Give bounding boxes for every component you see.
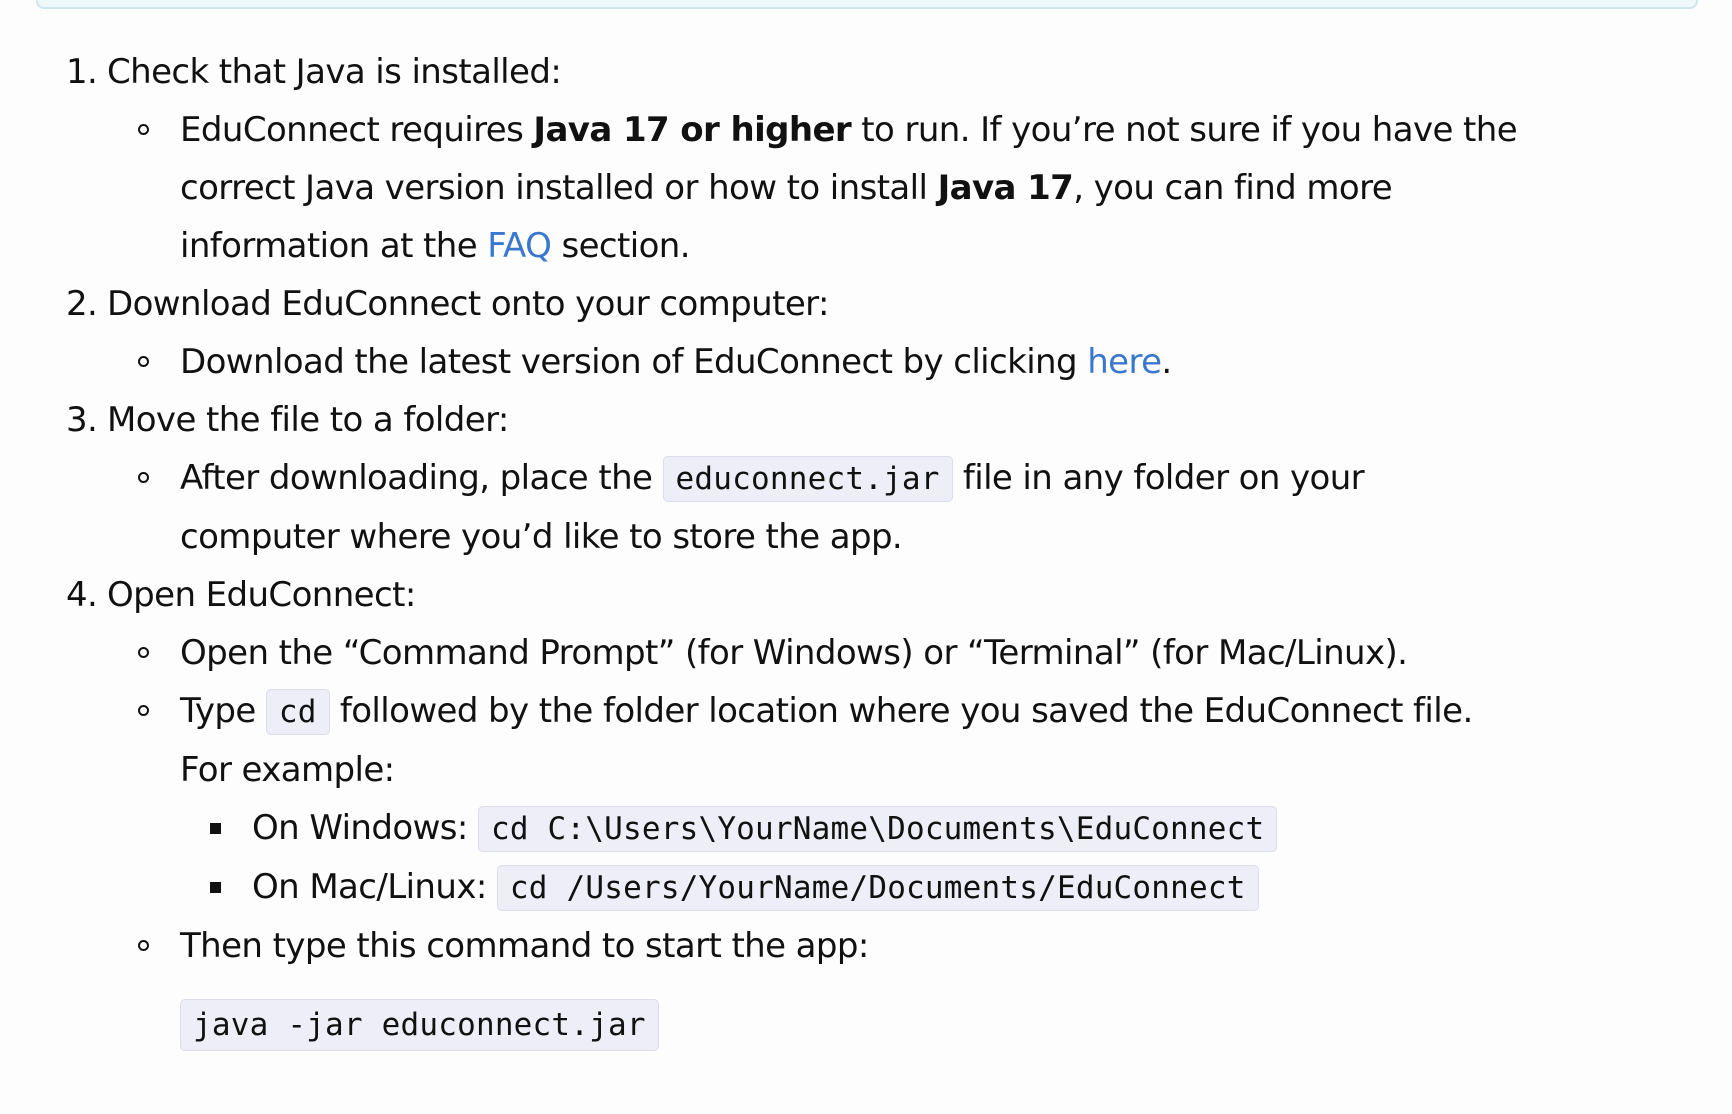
inline-code-jar-file: educonnect.jar	[662, 456, 953, 502]
faq-link[interactable]: FAQ	[487, 226, 552, 266]
list-item-mac-linux-example: On Mac/Linux: cd /Users/YourName/Documen…	[180, 858, 1482, 917]
step-3: 3. Move the file to a folder: After down…	[0, 391, 1732, 566]
list-item-type-cd: Type cd followed by the folder location …	[107, 682, 1732, 917]
list-item-open-terminal: Open the “Command Prompt” (for Windows) …	[107, 624, 1732, 682]
step-title: Download EduConnect onto your computer:	[107, 284, 829, 324]
step-number: 2.	[66, 284, 98, 324]
list-item-windows-example: On Windows: cd C:\Users\YourName\Documen…	[180, 799, 1482, 858]
sub-list: Download the latest version of EduConnec…	[107, 333, 1732, 391]
list-item-move-file: After downloading, place the educonnect.…	[107, 449, 1732, 566]
step-2: 2. Download EduConnect onto your compute…	[0, 275, 1732, 391]
step-title: Open EduConnect:	[107, 575, 416, 615]
code-block-java-command: java -jar educonnect.jar	[180, 999, 659, 1051]
examples-list: On Windows: cd C:\Users\YourName\Documen…	[180, 799, 1482, 917]
step-title: Move the file to a folder:	[107, 400, 509, 440]
inline-code-windows-path: cd C:\Users\YourName\Documents\EduConnec…	[477, 806, 1278, 852]
sub-list: Open the “Command Prompt” (for Windows) …	[107, 624, 1732, 1053]
setup-instructions: 1. Check that Java is installed: EduConn…	[0, 0, 1732, 1053]
sub-list: EduConnect requires Java 17 or higher to…	[107, 101, 1732, 275]
list-item-download: Download the latest version of EduConnec…	[107, 333, 1732, 391]
step-number: 4.	[66, 575, 98, 615]
sub-list: After downloading, place the educonnect.…	[107, 449, 1732, 566]
step-number: 3.	[66, 400, 98, 440]
list-item-start-app: Then type this command to start the app:…	[107, 917, 1732, 1053]
java-17-emphasis: Java 17	[937, 168, 1074, 208]
step-1: 1. Check that Java is installed: EduConn…	[0, 43, 1732, 275]
java-version-emphasis: Java 17 or higher	[533, 110, 852, 150]
step-4: 4. Open EduConnect: Open the “Command Pr…	[0, 566, 1732, 1053]
inline-code-mac-linux-path: cd /Users/YourName/Documents/EduConnect	[496, 865, 1259, 911]
step-number: 1.	[66, 52, 98, 92]
list-item-java-requirement: EduConnect requires Java 17 or higher to…	[107, 101, 1732, 275]
inline-code-cd: cd	[265, 689, 330, 735]
download-here-link[interactable]: here	[1087, 342, 1162, 382]
step-title: Check that Java is installed:	[107, 52, 562, 92]
steps-list: 1. Check that Java is installed: EduConn…	[0, 0, 1732, 1053]
